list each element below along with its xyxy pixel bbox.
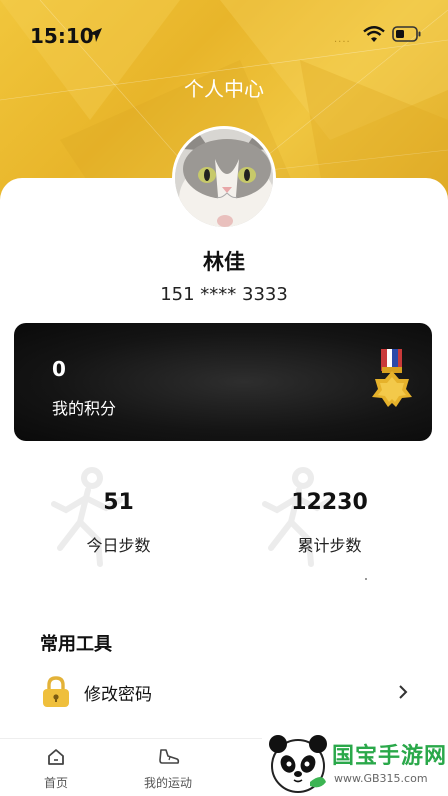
status-time: 15:10: [30, 24, 94, 48]
points-label: 我的积分: [52, 399, 117, 418]
panda-logo: [269, 735, 327, 793]
today-steps-label: 今日步数: [86, 536, 151, 555]
watermark-url: www.GB315.com: [334, 772, 428, 785]
user-name: 林佳: [203, 250, 245, 274]
avatar[interactable]: [172, 126, 276, 230]
runner-icon: [262, 467, 334, 567]
status-bar: 15:10 ····: [0, 0, 448, 70]
change-password-label: 修改密码: [84, 685, 152, 705]
location-arrow-icon: [88, 28, 102, 42]
today-steps-value: 51: [103, 490, 134, 515]
signal-dots: ····: [334, 37, 351, 48]
sneaker-icon: [159, 749, 180, 764]
tools-title: 常用工具: [40, 634, 112, 655]
change-password-row[interactable]: 修改密码: [20, 668, 428, 716]
points-value: 0: [52, 357, 66, 381]
stray-dot: [365, 578, 367, 580]
runner-icon: [51, 467, 123, 567]
lock-icon: [43, 676, 69, 707]
profile-screen: 15:10 ···· 个人中心 林佳 151 **** 3333 0 我的积分 …: [0, 0, 448, 796]
wifi-icon: [363, 26, 385, 42]
points-card[interactable]: 0 我的积分: [14, 323, 432, 441]
chevron-right-icon: [399, 685, 408, 699]
medal-icon: [372, 349, 412, 407]
tab-my-sports[interactable]: 我的运动: [112, 739, 224, 796]
today-steps-card[interactable]: 51 今日步数: [20, 458, 217, 580]
watermark-brand: 国宝手游网: [332, 744, 448, 769]
home-icon: [48, 749, 64, 765]
total-steps-value: 12230: [291, 490, 368, 515]
watermark: 国宝手游网 www.GB315.com: [262, 728, 448, 796]
tab-my-sports-label: 我的运动: [143, 776, 192, 790]
battery-icon: [392, 26, 421, 42]
tab-home[interactable]: 首页: [0, 739, 112, 796]
tab-home-label: 首页: [43, 776, 68, 790]
total-steps-card[interactable]: 12230 累计步数: [231, 458, 428, 580]
user-phone: 151 **** 3333: [160, 284, 288, 305]
total-steps-label: 累计步数: [297, 536, 362, 555]
page-title: 个人中心: [184, 77, 264, 101]
